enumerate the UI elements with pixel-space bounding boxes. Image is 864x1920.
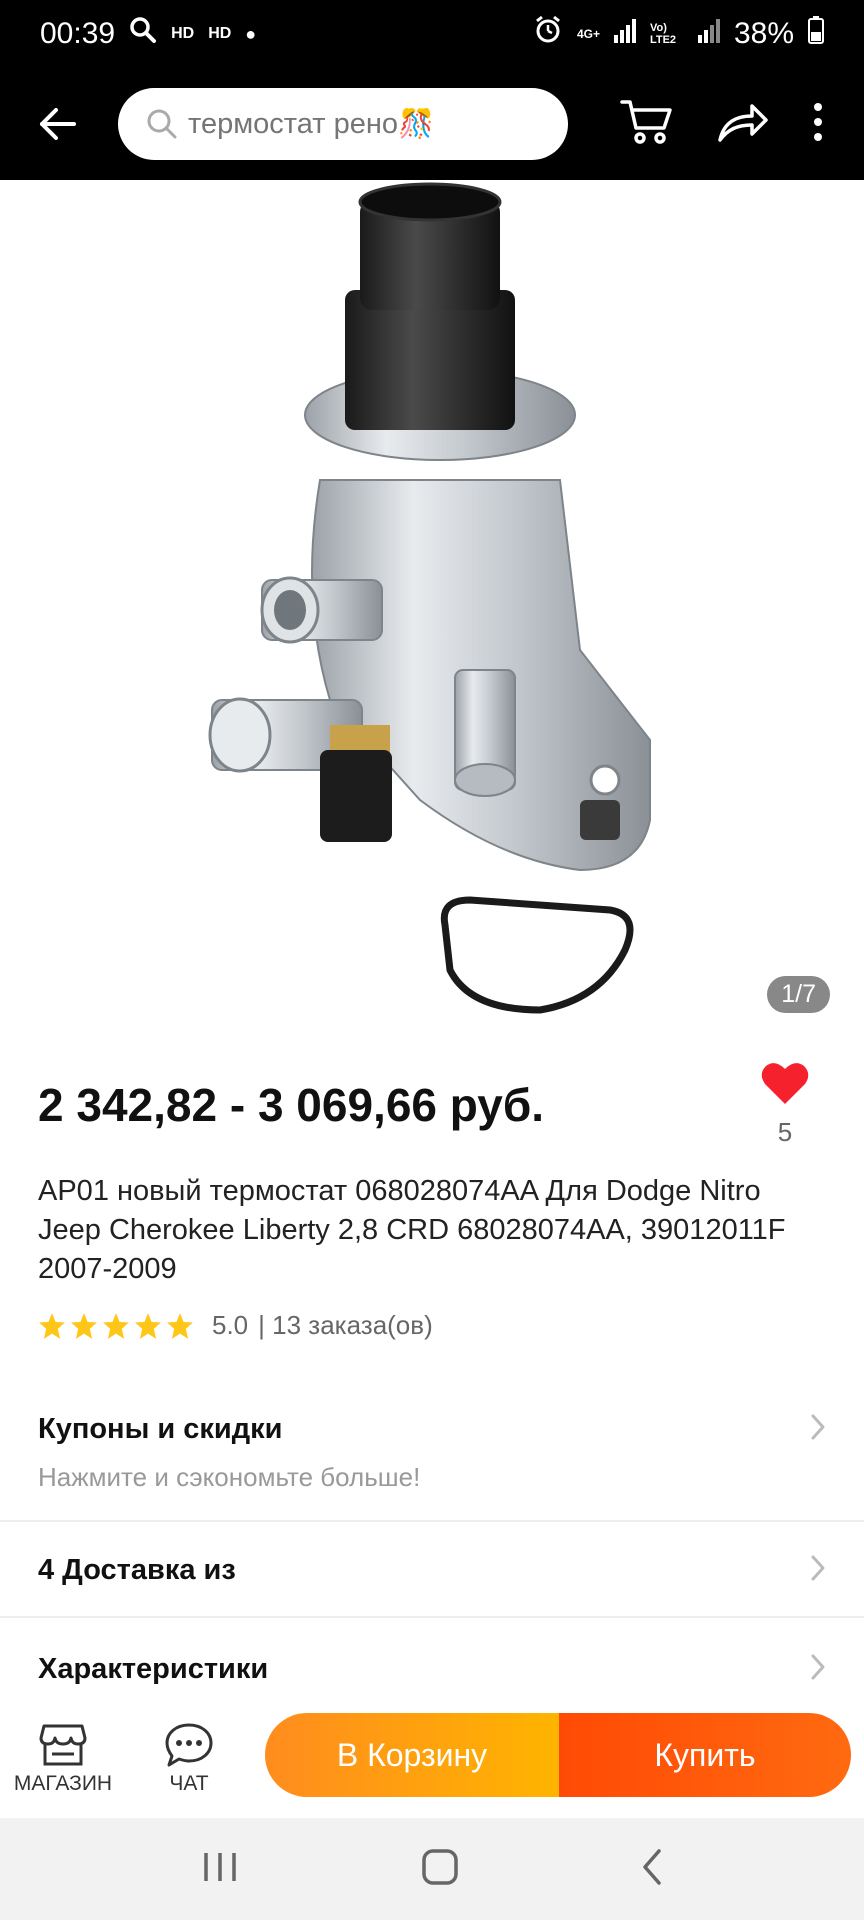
product-image-gallery[interactable]: 1/7: [0, 180, 864, 1042]
search-status-icon: [129, 16, 157, 52]
star-icon: [167, 1312, 193, 1339]
share-icon[interactable]: [716, 100, 770, 149]
coupons-row[interactable]: Купоны и скидки: [0, 1404, 864, 1454]
network-type: 4G+: [576, 27, 600, 41]
notification-dot-icon: ●: [245, 23, 257, 44]
specs-label: Характеристики: [38, 1652, 269, 1685]
orders-count: | 13 заказа(ов): [258, 1310, 433, 1340]
recent-apps-icon[interactable]: [200, 1849, 240, 1890]
delivery-label: 4 Доставка из: [38, 1553, 236, 1586]
image-counter-badge: 1/7: [767, 976, 830, 1013]
coupons-subtitle: Нажмите и сэкономьте больше!: [38, 1462, 421, 1492]
favorites-count: 5: [777, 1117, 793, 1147]
status-bar: 00:39 HD HD ● 4G+ Vo) LTE2 38%: [0, 0, 864, 68]
battery-level: 38%: [733, 17, 794, 50]
signal-icon-1: [613, 17, 636, 51]
store-icon: [39, 1724, 87, 1766]
chat-label: ЧАТ: [169, 1772, 209, 1795]
battery-icon: [808, 16, 824, 52]
hd-indicator-2: HD: [208, 25, 232, 42]
favorite-button[interactable]: 5: [740, 1060, 830, 1148]
search-icon: [147, 109, 177, 139]
product-title: AP01 новый термостат 068028074AA Для Dod…: [38, 1175, 786, 1285]
back-button[interactable]: [20, 86, 96, 162]
store-label: МАГАЗИН: [13, 1772, 113, 1795]
add-to-cart-button[interactable]: В Корзину: [265, 1713, 559, 1797]
search-bar[interactable]: [118, 88, 568, 160]
lte-indicator: Vo) LTE2: [649, 22, 677, 46]
status-time: 00:39: [40, 17, 116, 50]
coupons-label: Купоны и скидки: [38, 1412, 283, 1445]
store-button[interactable]: МАГАЗИН: [0, 1722, 126, 1796]
heart-icon: [761, 1063, 809, 1104]
divider: [0, 1616, 864, 1618]
star-icon: [135, 1312, 161, 1339]
star-icon: [39, 1312, 65, 1339]
thermostat-product-image: [208, 182, 651, 1014]
rating-stars: [38, 1312, 194, 1340]
product-rating[interactable]: 5.0 | 13 заказа(ов): [38, 1310, 433, 1341]
top-app-bar: [0, 68, 864, 180]
chat-icon: [165, 1723, 213, 1767]
chevron-right-icon: [810, 1554, 826, 1587]
product-price: 2 342,82 - 3 069,66 руб.: [38, 1079, 545, 1131]
search-input[interactable]: [188, 107, 518, 141]
hd-indicator-1: HD: [171, 25, 195, 42]
chevron-right-icon: [810, 1413, 826, 1446]
bottom-action-bar: МАГАЗИН ЧАТ В Корзину Купить: [0, 1700, 864, 1818]
divider: [0, 1520, 864, 1522]
star-icon: [103, 1312, 129, 1339]
chat-button[interactable]: ЧАТ: [126, 1722, 252, 1796]
system-navigation-bar: [0, 1818, 864, 1920]
alarm-icon: [533, 15, 563, 53]
delivery-row[interactable]: 4 Доставка из: [0, 1545, 864, 1595]
purchase-buttons: В Корзину Купить: [265, 1713, 851, 1797]
star-icon: [71, 1312, 97, 1339]
buy-now-button[interactable]: Купить: [559, 1713, 851, 1797]
more-vertical-icon[interactable]: [812, 102, 824, 147]
chevron-right-icon: [810, 1653, 826, 1686]
cart-icon[interactable]: [620, 98, 674, 151]
home-icon[interactable]: [420, 1847, 460, 1892]
signal-icon-2: [697, 17, 720, 51]
back-nav-icon[interactable]: [640, 1847, 664, 1892]
rating-value: 5.0: [212, 1310, 249, 1340]
specs-row[interactable]: Характеристики: [0, 1644, 864, 1694]
arrow-left-icon: [40, 108, 76, 140]
